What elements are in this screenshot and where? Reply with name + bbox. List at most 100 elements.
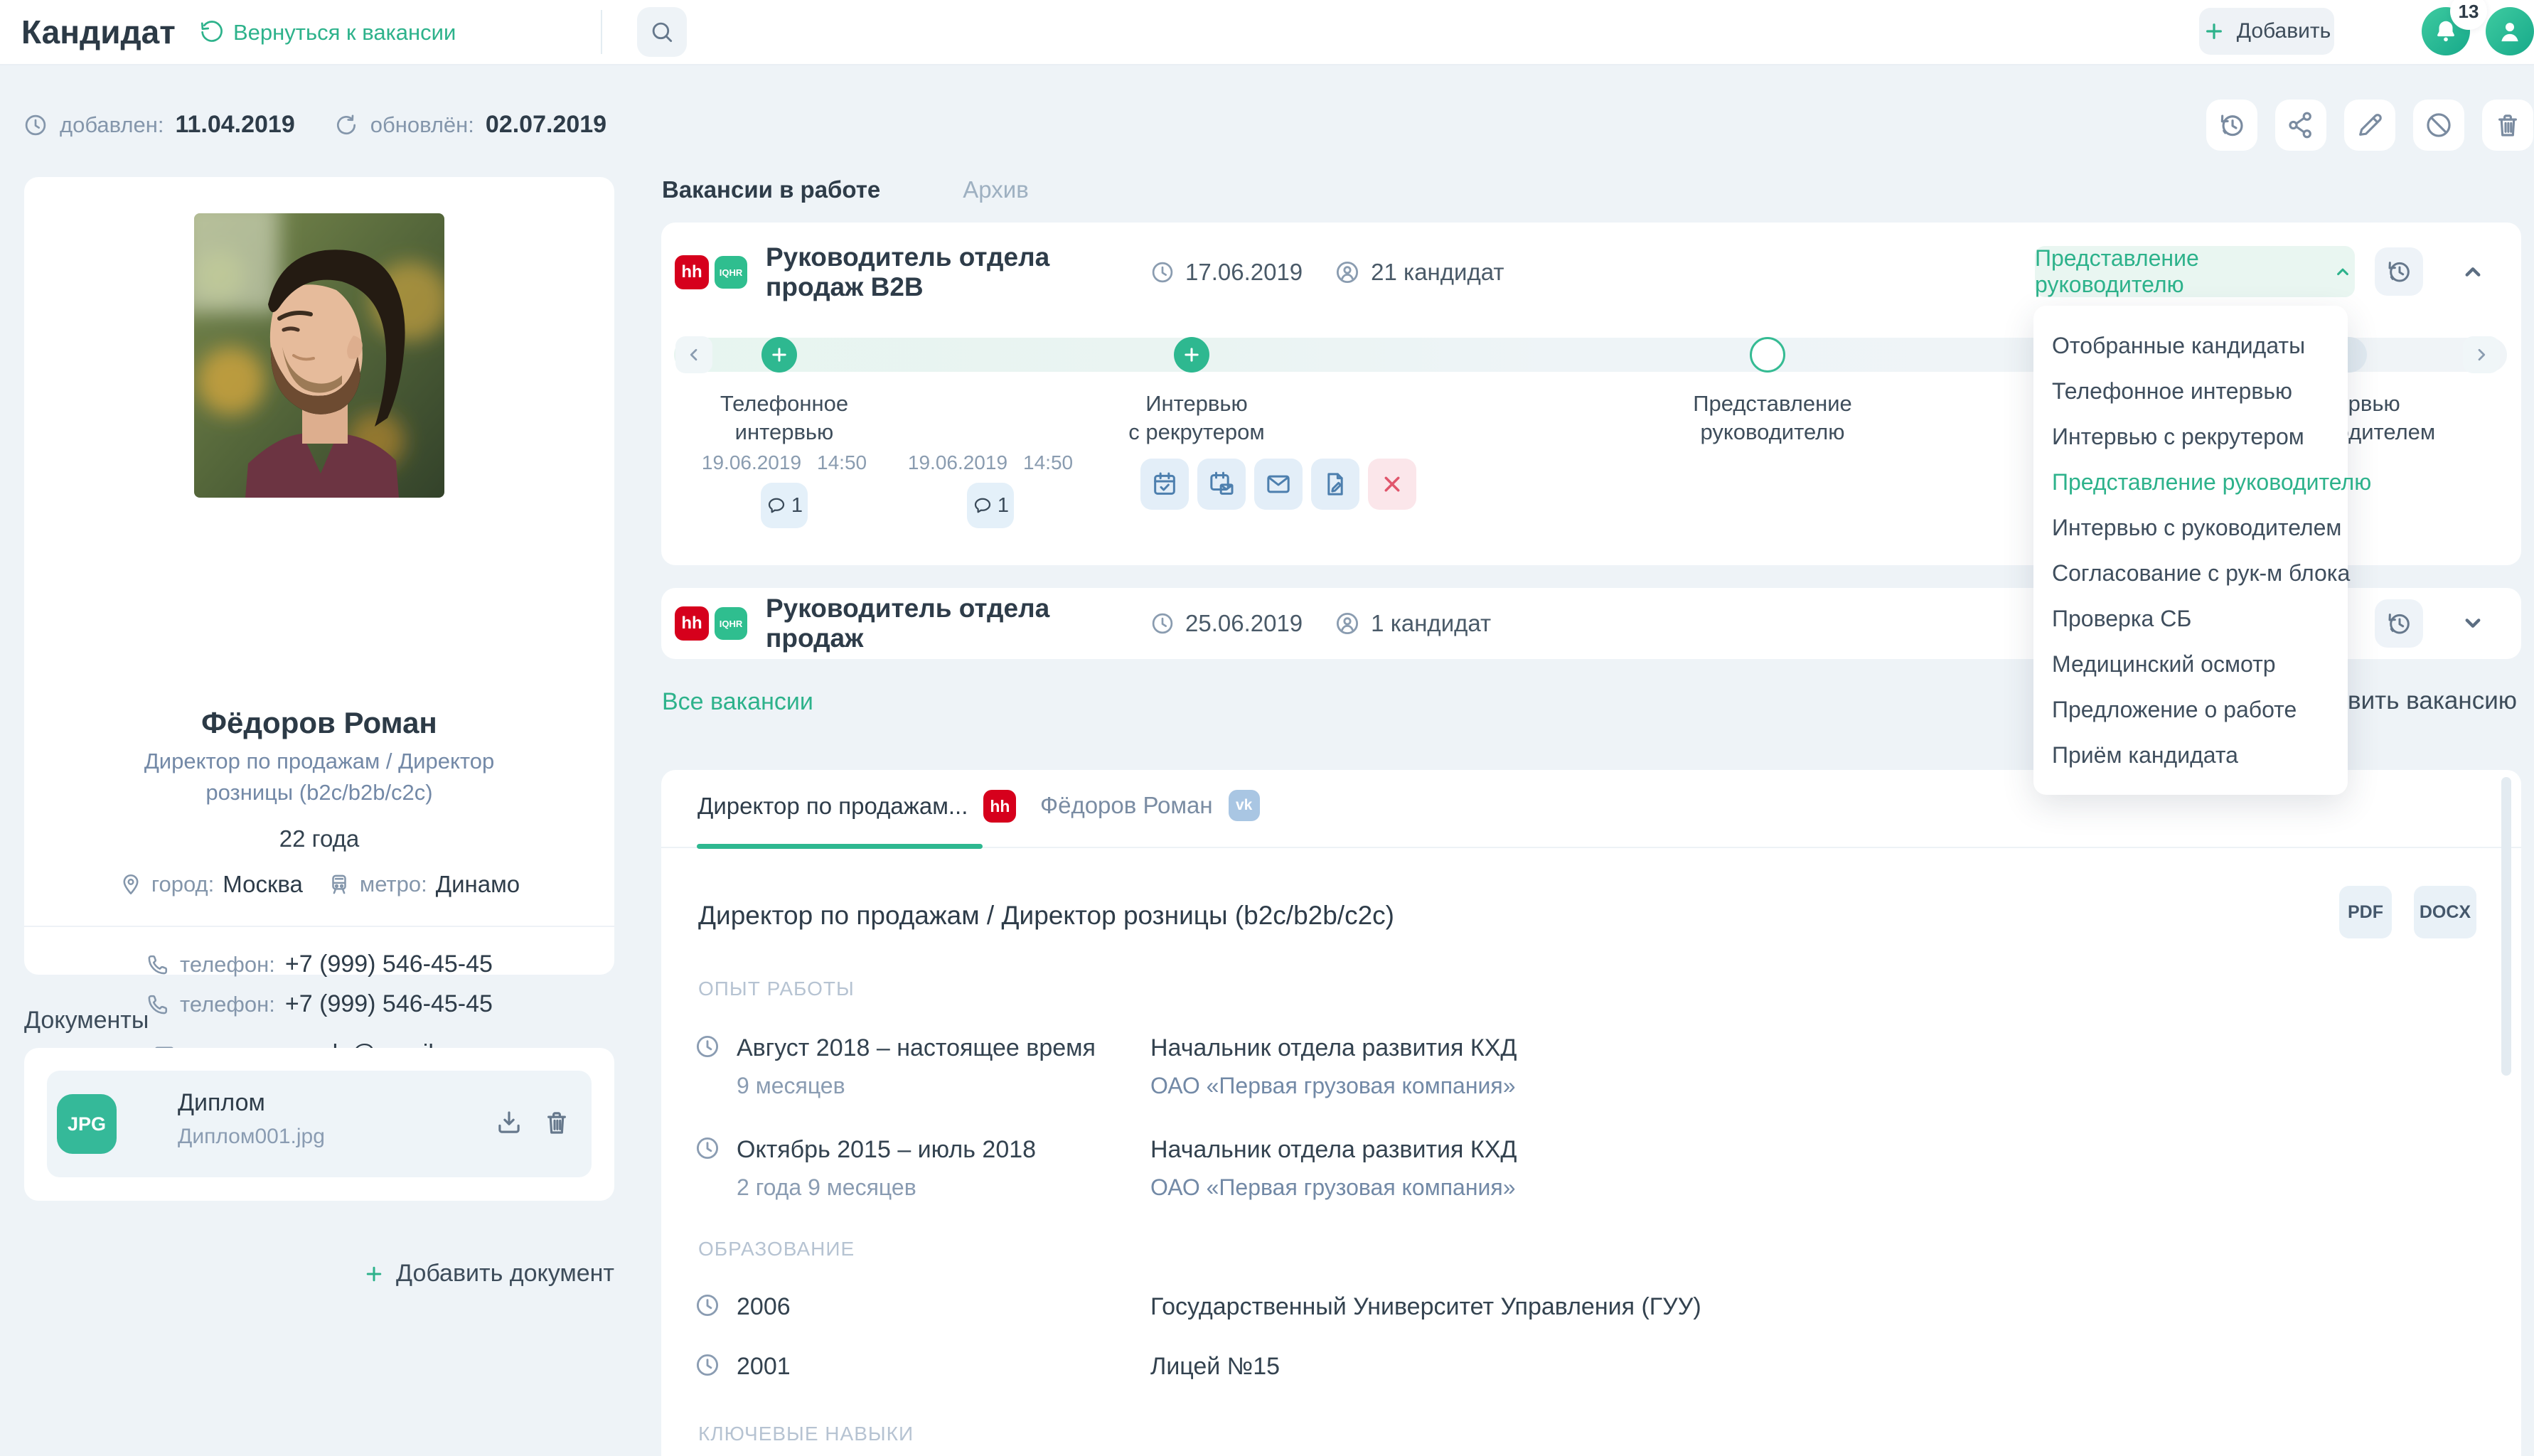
dropdown-item[interactable]: Проверка СБ [2033, 596, 2348, 641]
export-docx-button[interactable]: DOCX [2414, 886, 2476, 938]
updated-date: 02.07.2019 [486, 111, 606, 139]
resume-title: Директор по продажам / Директор розницы … [698, 901, 1394, 931]
export-pdf-button[interactable]: PDF [2339, 886, 2392, 938]
stage-comments-chip[interactable]: 1 [761, 483, 808, 528]
iqhr-source-badge: IQHR [715, 607, 747, 640]
block-button[interactable] [2413, 100, 2464, 151]
tab-resume-hh[interactable]: Директор по продажам... hh [697, 790, 1016, 823]
experience-period: Октябрь 2015 – июль 2018 [737, 1136, 1036, 1164]
document-title: Диплом [178, 1089, 265, 1117]
add-button[interactable]: Добавить [2199, 8, 2334, 55]
back-to-vacancy-link[interactable]: Вернуться к вакансии [198, 20, 456, 46]
stage-select-button[interactable]: Представление руководителю [2035, 246, 2355, 297]
share-button[interactable] [2275, 100, 2326, 151]
dropdown-item[interactable]: Приём кандидата [2033, 732, 2348, 778]
stage-add-button[interactable] [761, 337, 797, 373]
city-value: Москва [223, 871, 303, 898]
reject-candidate-button[interactable] [1368, 459, 1416, 510]
dropdown-item[interactable]: Телефонное интервью [2033, 368, 2348, 414]
phone-value[interactable]: +7 (999) 546-45-45 [285, 990, 493, 1018]
dropdown-item[interactable]: Медицинский осмотр [2033, 641, 2348, 687]
dropdown-item[interactable]: Интервью с рекрутером [2033, 414, 2348, 459]
download-icon[interactable] [494, 1108, 524, 1138]
experience-position: Начальник отдела развития КХД [1150, 1136, 1517, 1164]
vacancy-candidates-count: 1 кандидат [1371, 610, 1491, 637]
collapse-vacancy-icon[interactable] [2456, 255, 2490, 289]
send-email-button[interactable] [1254, 459, 1303, 510]
dropdown-item-selected[interactable]: Представление руководителю [2033, 459, 2348, 505]
search-button[interactable] [637, 7, 687, 57]
history-button[interactable] [2206, 100, 2257, 151]
plus-icon [2203, 20, 2225, 43]
education-year: 2001 [737, 1353, 791, 1381]
experience-duration: 2 года 9 месяцев [737, 1174, 916, 1201]
calendar-invite-button[interactable] [1197, 459, 1246, 510]
scrollbar-thumb[interactable] [2501, 777, 2511, 1076]
vacancy-title[interactable]: Руководитель отдела продаж [766, 594, 1107, 653]
vacancy-date: 17.06.2019 [1185, 259, 1303, 286]
dropdown-item[interactable]: Согласование с рук-м блока [2033, 550, 2348, 596]
phone-value[interactable]: +7 (999) 546-45-45 [285, 951, 493, 978]
page-title: Кандидат [21, 13, 176, 51]
edit-button[interactable] [2344, 100, 2395, 151]
phone-row: телефон: +7 (999) 546-45-45 [24, 951, 614, 978]
hh-badge: hh [983, 790, 1016, 823]
tab-vacancies-active[interactable]: Вакансии в работе [662, 176, 880, 203]
calendar-mail-icon [1207, 470, 1236, 498]
active-tab-underline [697, 844, 983, 849]
expand-vacancy-icon[interactable] [2456, 606, 2490, 641]
clock-icon [694, 1351, 721, 1379]
metro-icon [327, 872, 351, 896]
stage-history-button[interactable] [2375, 247, 2423, 296]
phone-icon [146, 992, 170, 1017]
delete-document-icon[interactable] [542, 1108, 572, 1138]
clock-icon [694, 1033, 721, 1060]
vacancies-tabs: Вакансии в работе Архив [662, 176, 1029, 203]
pipeline-scroll-left[interactable] [675, 336, 712, 373]
iqhr-source-badge: IQHR [715, 256, 747, 289]
clock-icon [694, 1135, 721, 1162]
pipeline-scroll-right[interactable] [2463, 336, 2500, 373]
location-pin-icon [119, 872, 143, 896]
experience-position: Начальник отдела развития КХД [1150, 1034, 1517, 1062]
clock-icon [694, 1292, 721, 1319]
experience-company[interactable]: ОАО «Первая грузовая компания» [1150, 1174, 1515, 1201]
tab-archive[interactable]: Архив [963, 176, 1028, 203]
profile-card: Фёдоров Роман Директор по продажам / Дир… [24, 177, 614, 975]
stage-comments-chip[interactable]: 1 [967, 483, 1014, 528]
file-type-badge: JPG [57, 1094, 117, 1154]
clock-icon [1150, 259, 1175, 285]
education-heading: ОБРАЗОВАНИЕ [698, 1238, 855, 1260]
skills-heading: КЛЮЧЕВЫЕ НАВЫКИ [698, 1423, 914, 1445]
add-document-link[interactable]: Добавить документ [24, 1260, 614, 1288]
phone-icon [146, 953, 170, 977]
search-icon [648, 18, 675, 46]
vacancy-title[interactable]: Руководитель отдела продаж B2B [766, 242, 1107, 302]
user-avatar[interactable] [2486, 7, 2534, 55]
stage-add-button[interactable] [1174, 337, 1209, 373]
dropdown-item[interactable]: Предложение о работе [2033, 687, 2348, 732]
education-school: Государственный Университет Управления (… [1150, 1293, 1701, 1321]
experience-duration: 9 месяцев [737, 1073, 845, 1099]
schedule-event-button[interactable] [1140, 459, 1189, 510]
stage-current-marker[interactable] [1750, 337, 1785, 373]
stage-history-button[interactable] [2375, 599, 2423, 648]
candidate-name: Фёдоров Роман [24, 706, 614, 740]
dropdown-item[interactable]: Интервью с руководителем [2033, 505, 2348, 550]
stage-dropdown-menu: Отобранные кандидаты Телефонное интервью… [2033, 306, 2348, 795]
cross-icon [1379, 471, 1406, 498]
documents-heading: Документы [24, 1007, 149, 1034]
resume-card: Директор по продажам... hh Фёдоров Роман… [661, 770, 2521, 1456]
all-vacancies-link[interactable]: Все вакансии [662, 688, 813, 716]
comment-bubble-icon [972, 495, 993, 516]
candidate-page: Кандидат Вернуться к вакансии Добавить 1… [0, 0, 2534, 1456]
delete-button[interactable] [2482, 100, 2533, 151]
topbar-divider [601, 10, 602, 54]
experience-heading: ОПЫТ РАБОТЫ [698, 978, 855, 1000]
dropdown-item[interactable]: Отобранные кандидаты [2033, 323, 2348, 368]
clock-icon [23, 112, 48, 138]
edit-document-button[interactable] [1311, 459, 1359, 510]
hh-source-badge: hh [675, 606, 709, 641]
experience-company[interactable]: ОАО «Первая грузовая компания» [1150, 1073, 1515, 1099]
tab-profile-vk[interactable]: Фёдоров Роман vk [1040, 790, 1260, 821]
